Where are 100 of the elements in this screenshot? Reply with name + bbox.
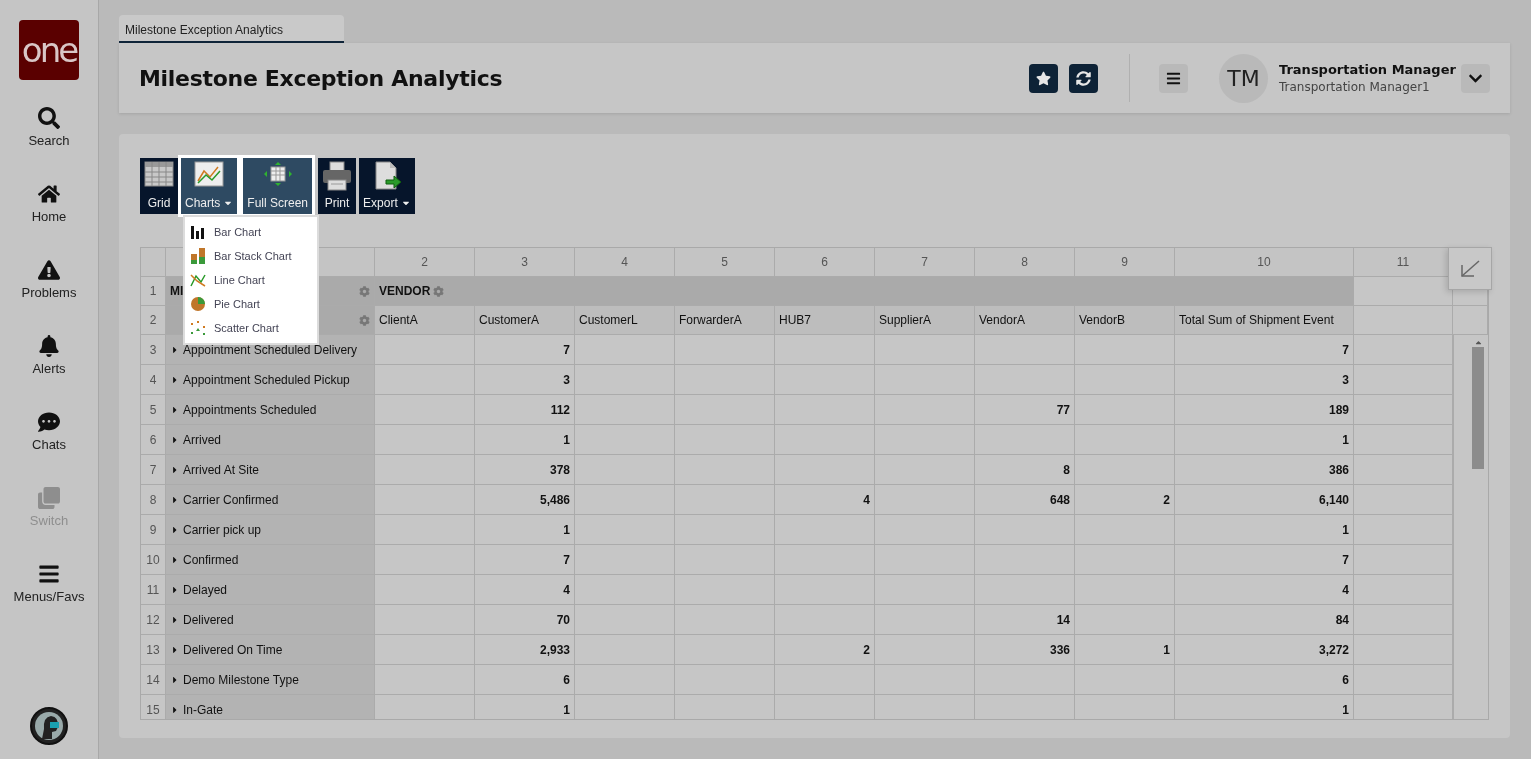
menu-icon: [1166, 70, 1181, 86]
user-menu-button[interactable]: [1461, 63, 1490, 93]
nav-label[interactable]: Problems: [21, 285, 77, 300]
grid-button[interactable]: Grid: [140, 158, 178, 214]
row-header[interactable]: Carrier Confirmed: [166, 485, 375, 515]
column-number: 10: [1175, 248, 1354, 277]
row-header[interactable]: Delayed: [166, 575, 375, 605]
nav-label[interactable]: Alerts: [32, 361, 66, 376]
fullscreen-button[interactable]: Full Screen: [243, 158, 313, 214]
scatter-chart-icon: [190, 320, 206, 336]
scroll-thumb[interactable]: [1472, 347, 1484, 469]
user-avatar[interactable]: TM: [1219, 53, 1268, 103]
column-header: VendorA: [975, 306, 1075, 335]
bar-chart-icon: [190, 224, 206, 240]
row-label: Appointment Scheduled Delivery: [183, 342, 358, 357]
charts-button[interactable]: Charts: [181, 158, 238, 214]
table-cell: 6: [475, 665, 575, 695]
menu-item[interactable]: Bar Stack Chart: [185, 244, 317, 268]
grid-icon: [144, 161, 174, 187]
star-icon: [1036, 70, 1051, 86]
fullscreen-icon: [262, 161, 293, 187]
menu-item[interactable]: Bar Chart: [185, 220, 317, 244]
column-number: 7: [875, 248, 975, 277]
row-field-label: MI: [170, 284, 184, 298]
table-cell: 4: [1175, 575, 1354, 605]
column-number: 2: [375, 248, 475, 277]
chat-icon[interactable]: [38, 410, 60, 434]
table-cell: 2: [1075, 485, 1175, 515]
nav-label[interactable]: Search: [28, 133, 70, 148]
bell-icon[interactable]: [38, 334, 60, 358]
table-cell: 7: [1175, 335, 1354, 365]
column-number: 9: [1075, 248, 1175, 277]
row-label: Demo Milestone Type: [183, 672, 299, 687]
row-label: Appointment Scheduled Pickup: [183, 372, 350, 387]
table-cell: 3: [1175, 365, 1354, 395]
column-number: 6: [775, 248, 875, 277]
column-number: 8: [975, 248, 1075, 277]
favorite-button[interactable]: [1029, 63, 1058, 93]
menu-button[interactable]: [1159, 63, 1188, 93]
table-cell: 7: [1175, 545, 1354, 575]
page-tab[interactable]: Milestone Exception Analytics: [119, 15, 344, 43]
column-header: Total Sum of Shipment Event: [1175, 306, 1354, 335]
row-header[interactable]: Appointment Scheduled Pickup: [166, 365, 375, 395]
row-header[interactable]: Appointments Scheduled: [166, 395, 375, 425]
column-number: 4: [575, 248, 675, 277]
export-button[interactable]: Export: [359, 158, 415, 214]
row-label: Arrived: [183, 432, 221, 447]
row-header[interactable]: Arrived At Site: [166, 455, 375, 485]
table-cell: 1: [475, 695, 575, 719]
table-cell: 2: [775, 635, 875, 665]
table-cell: 112: [475, 395, 575, 425]
page-title: Milestone Exception Analytics: [139, 65, 504, 91]
scroll-up-icon[interactable]: [1473, 338, 1483, 347]
menu-item[interactable]: Line Chart: [185, 268, 317, 292]
row-label: Carrier pick up: [183, 522, 262, 537]
stacked-bar-icon: [190, 248, 206, 264]
table-cell: 189: [1175, 395, 1354, 425]
line-chart-icon: [190, 272, 206, 288]
row-label: Arrived At Site: [183, 462, 260, 477]
column-header: HUB7: [775, 306, 875, 335]
table-cell: 386: [1175, 455, 1354, 485]
column-header: CustomerL: [575, 306, 675, 335]
search-icon[interactable]: [38, 106, 60, 130]
line-chart-icon: [194, 161, 225, 187]
row-header[interactable]: Delivered: [166, 605, 375, 635]
print-button[interactable]: Print: [318, 158, 357, 214]
warning-icon[interactable]: [38, 258, 60, 282]
logo[interactable]: one: [19, 20, 79, 80]
table-cell: 1: [1075, 635, 1175, 665]
column-header: SupplierA: [875, 306, 975, 335]
row-header[interactable]: Arrived: [166, 425, 375, 455]
column-header: ForwarderA: [675, 306, 775, 335]
nav-label[interactable]: Home: [31, 209, 67, 224]
row-label: Delivered: [183, 612, 234, 627]
nav-label[interactable]: Chats: [32, 437, 66, 452]
row-label: Carrier Confirmed: [183, 492, 279, 507]
menu-item[interactable]: Pie Chart: [185, 292, 317, 316]
avatar-icon[interactable]: [30, 707, 68, 745]
table-cell: 648: [975, 485, 1075, 515]
row-header[interactable]: Confirmed: [166, 545, 375, 575]
row-label: Delayed: [183, 582, 228, 597]
collapse-icon: [1459, 258, 1481, 279]
table-cell: 7: [475, 545, 575, 575]
nav-label[interactable]: Menus/Favs: [13, 589, 85, 604]
row-header[interactable]: Delivered On Time: [166, 635, 375, 665]
column-header: ClientA: [375, 306, 475, 335]
row-header[interactable]: In-Gate: [166, 695, 375, 719]
table-cell: 70: [475, 605, 575, 635]
user-name: Transportation Manager: [1279, 62, 1457, 77]
table-cell: 1: [1175, 695, 1354, 719]
column-number: 5: [675, 248, 775, 277]
printer-icon: [322, 161, 353, 191]
table-cell: 4: [475, 575, 575, 605]
pie-chart-icon: [190, 296, 206, 312]
row-header[interactable]: Demo Milestone Type: [166, 665, 375, 695]
home-icon[interactable]: [38, 182, 60, 206]
row-header[interactable]: Carrier pick up: [166, 515, 375, 545]
column-number: 3: [475, 248, 575, 277]
user-role: Transportation Manager1: [1279, 80, 1431, 94]
refresh-button[interactable]: [1069, 63, 1098, 93]
